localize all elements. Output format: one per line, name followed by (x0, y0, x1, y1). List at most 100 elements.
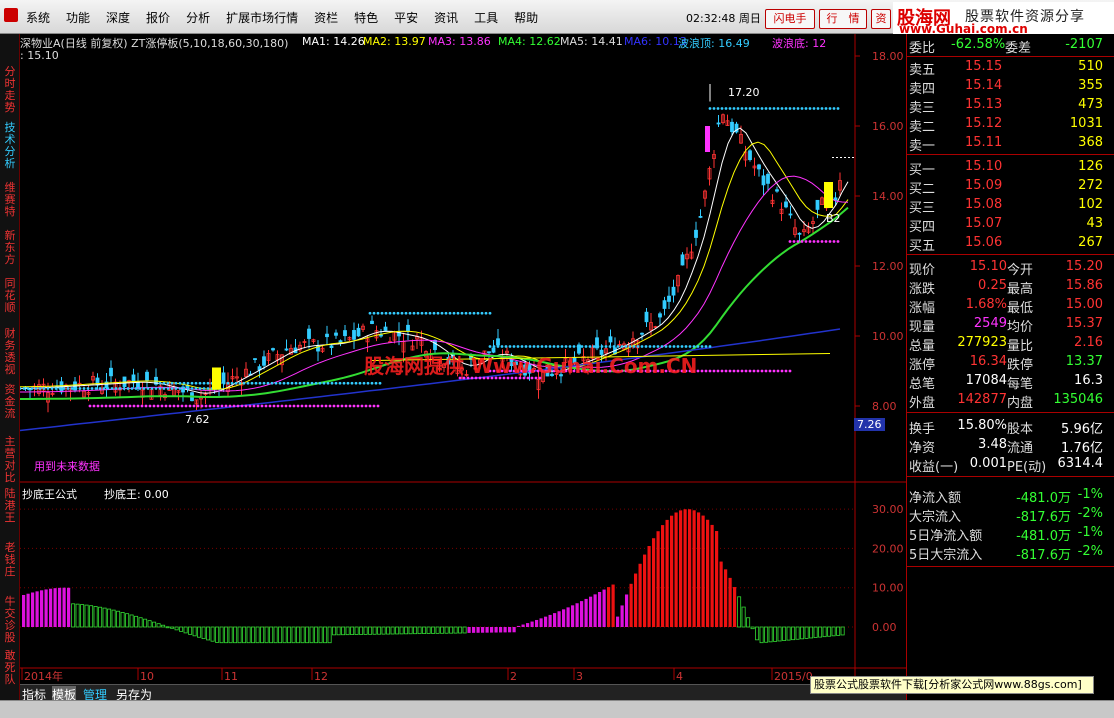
left-tab-7[interactable]: 主营对比 (2, 436, 18, 484)
wave-top-dot (760, 107, 764, 110)
wave-top-dot (532, 345, 536, 348)
menu-item-6[interactable]: 资栏 (314, 9, 338, 26)
wave-top-dot (362, 381, 366, 385)
sub-indicator-bar (156, 623, 161, 628)
sub-indicator-bar (499, 627, 503, 633)
flash-trade-button[interactable]: 闪电手 (765, 9, 815, 29)
wave-bottom-dot (304, 404, 308, 408)
left-tab-6[interactable]: 资金流 (2, 384, 18, 420)
wave-bottom-dot (252, 404, 256, 408)
sub-indicator-bar (188, 626, 193, 635)
menu-item-9[interactable]: 资讯 (434, 9, 458, 26)
ask-label: 卖二 (909, 120, 936, 135)
candle-body (343, 330, 347, 337)
left-tab-5[interactable]: 财务透视 (2, 328, 18, 376)
wave-bottom-dot (300, 404, 304, 408)
quote-panel: 委比 -62.58% 委差 -2107 卖五 15.15 510 卖四 15.14 355 卖三 15… (906, 34, 1114, 700)
fund-label: 股本 (1007, 422, 1034, 437)
sub-indicator-bar (512, 627, 516, 633)
left-tab-3[interactable]: 新东方 (2, 230, 18, 266)
stat-label: 现价 (909, 263, 936, 278)
ad-banner[interactable]: 股票公式股票软件下载[分析家公式网www.88gs.com] (810, 676, 1094, 694)
wave-bottom-label: 波浪底: 12 (772, 37, 827, 50)
stat-label: 涨停 (909, 358, 936, 373)
wave-top-dot (94, 387, 98, 390)
left-tab-2[interactable]: 维赛特 (2, 182, 18, 218)
sub-indicator-bar (228, 626, 233, 644)
ma5-label: MA5: 14.41 (560, 35, 623, 48)
wave-top-dot (444, 311, 448, 315)
menu-item-3[interactable]: 报价 (146, 9, 170, 26)
ask-label: 卖五 (909, 63, 936, 78)
wave-top-dot (78, 387, 82, 390)
wave-top-dot (512, 345, 516, 348)
wave-bottom-dot (272, 404, 276, 408)
wave-top-dot (258, 381, 262, 385)
sub-indicator-bar (804, 626, 809, 639)
flow-value: -817.6万 (1016, 510, 1071, 525)
wave-bottom-dot (316, 404, 320, 408)
wave-top-dot (186, 387, 190, 390)
wave-top-dot (404, 311, 408, 315)
sub-indicator-bar (562, 609, 566, 627)
sub-indicator-bar (777, 626, 782, 642)
left-tab-4[interactable]: 同花顺 (2, 278, 18, 314)
wave-top-dot (736, 107, 740, 110)
menu-item-4[interactable]: 分析 (186, 9, 210, 26)
left-tab-0[interactable]: 分时走势 (2, 66, 18, 114)
sub-indicator-bar (598, 591, 602, 627)
wave-top-dot (46, 387, 50, 390)
menu-item-2[interactable]: 深度 (106, 9, 130, 26)
quote-button[interactable]: 行 情 (819, 9, 867, 29)
menu-item-11[interactable]: 帮助 (514, 9, 538, 26)
wave-top-dot (286, 381, 290, 385)
wave-top-dot (704, 345, 708, 348)
sub-indicator-bar (719, 561, 723, 627)
left-tab-9[interactable]: 老钱庄 (2, 542, 18, 578)
wave-bottom-dot (284, 404, 288, 408)
sub-indicator-bar (566, 607, 570, 627)
wave-bottom-dot (224, 404, 228, 408)
flow-row: 大宗流入 -817.6万 -2% (907, 505, 1114, 525)
info-button[interactable]: 资 (871, 9, 891, 29)
wave-top-dot (420, 311, 424, 315)
menu-item-5[interactable]: 扩展市场行情 (226, 9, 298, 26)
left-tab-1[interactable]: 技术分析 (2, 122, 18, 170)
wave-top-dot (588, 345, 592, 348)
sub-indicator-bar (553, 613, 557, 627)
wave-top-dot (246, 381, 250, 385)
stat-label: 最高 (1007, 282, 1034, 297)
sub-indicator-bar (611, 584, 615, 627)
watermark: 股海网提供 Www.Guhai.Com.CN (364, 354, 698, 378)
divider (907, 154, 1114, 155)
sub-indicator-bar (291, 626, 296, 644)
menu-item-0[interactable]: 系统 (26, 9, 50, 26)
left-tab-8[interactable]: 陆港王 (2, 488, 18, 524)
wave-bottom-dot (816, 240, 820, 243)
wave-bottom-dot (112, 404, 116, 408)
wave-top-dot (428, 311, 432, 315)
flow-row: 5日大宗流入 -817.6万 -2% (907, 543, 1114, 563)
left-tab-11[interactable]: 敢死队 (2, 650, 18, 686)
menu-item-10[interactable]: 工具 (474, 9, 498, 26)
sub-indicator-bar (800, 626, 805, 640)
wave-top-dot (354, 381, 358, 385)
wave-bottom-dot (324, 404, 328, 408)
candle-body (784, 201, 788, 208)
candle-body (307, 328, 311, 339)
wave-bottom-dot (340, 404, 344, 408)
sub-indicator-bar (377, 626, 382, 635)
candle-body (788, 213, 793, 216)
menu-item-1[interactable]: 功能 (66, 9, 90, 26)
sub-indicator-bar (453, 626, 458, 634)
wave-bottom-dot (752, 369, 756, 373)
menu-item-7[interactable]: 特色 (354, 9, 378, 26)
wave-bottom-dot (328, 404, 332, 408)
menu-item-8[interactable]: 平安 (394, 9, 418, 26)
sub-indicator-bar (296, 626, 301, 644)
left-tab-10[interactable]: 牛交诊股 (2, 596, 18, 644)
candle-body (698, 216, 703, 218)
stat-value: 16.3 (1074, 373, 1103, 388)
wave-bottom-dot (720, 369, 724, 373)
bid-label: 买三 (909, 201, 936, 216)
